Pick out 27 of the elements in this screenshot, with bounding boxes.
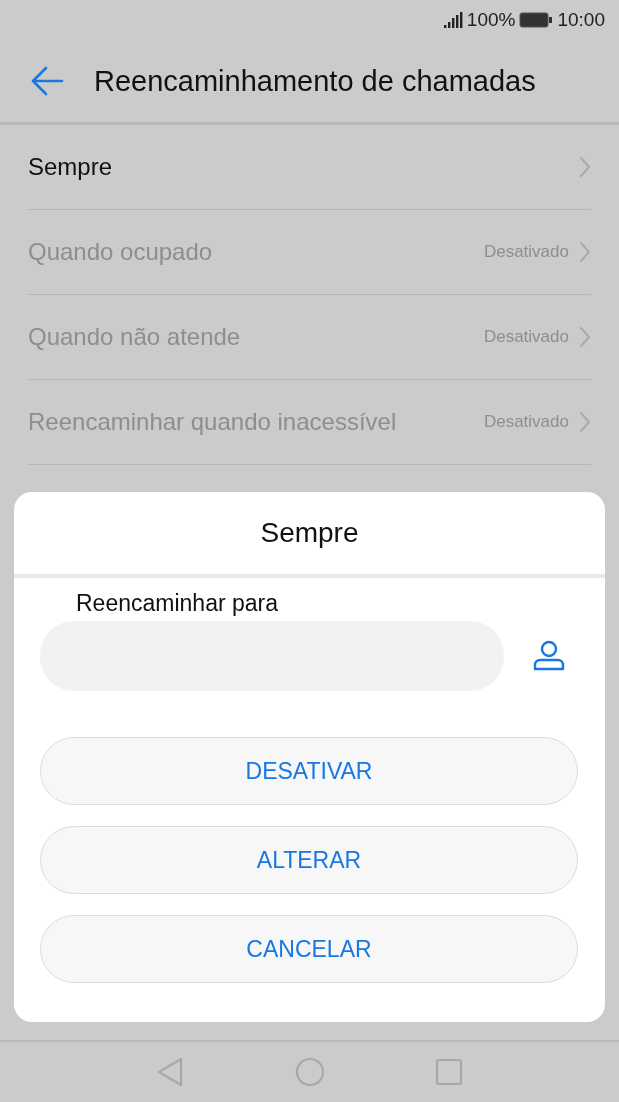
chevron-icon [579,326,591,348]
row-label: Quando ocupado [28,238,214,266]
battery-icon [519,12,554,28]
dialog-button[interactable]: ALTERAR [40,826,578,894]
field-label: Reencaminhar para [75,590,278,616]
chevron-icon [579,241,591,263]
dialog-button[interactable]: DESATIVAR [40,737,578,805]
home-icon[interactable] [294,1057,325,1087]
chevron-icon [579,156,591,178]
signal-icon [442,12,463,28]
back-arrow-icon[interactable] [30,66,64,96]
page-title: Reencaminhamento de chamadas [94,64,536,98]
row-value: Desativado [483,412,569,432]
dialog-button[interactable]: CANCELAR [40,915,578,983]
chevron-icon [579,411,591,433]
back-icon[interactable] [156,1057,185,1087]
row-label: Quando não atende [28,323,242,351]
clock: 10:00 [557,9,605,31]
row-value: Desativado [483,242,569,262]
row-value: Desativado [483,327,569,347]
person-icon[interactable] [532,640,566,672]
row-label: Sempre [28,153,114,181]
dialog-title: Sempre [14,492,605,578]
battery-percent: 100% [466,9,516,31]
row-label: Reencaminhar quando inacessível [28,408,398,436]
recents-icon[interactable] [434,1058,463,1086]
settings-row[interactable]: Sempre [28,125,591,210]
